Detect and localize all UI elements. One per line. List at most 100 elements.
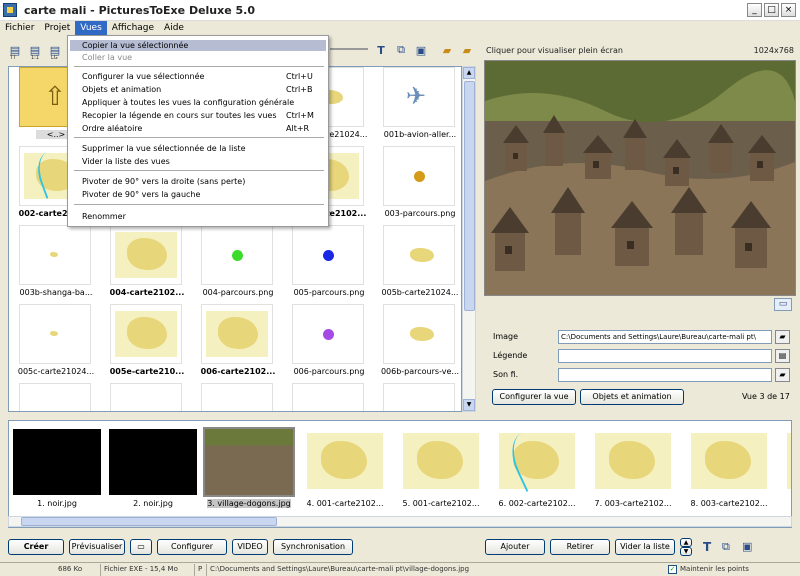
maximize-button[interactable]: □: [764, 3, 779, 17]
objets-animation-button[interactable]: Objets et animation: [580, 389, 684, 405]
filmstrip-slide[interactable]: 8. 003-carte2102...: [683, 427, 775, 515]
move-down-icon[interactable]: ▼: [680, 547, 692, 556]
thumbnail-image: [383, 304, 455, 364]
thumbnail-cell[interactable]: 005b-carte21024...: [375, 225, 461, 301]
menu-option[interactable]: Pivoter de 90° vers la gauche: [82, 189, 200, 200]
filmstrip-slide[interactable]: 9. 0: [779, 427, 791, 515]
previsualiser-button[interactable]: Prévisualiser: [69, 539, 125, 555]
text-icon[interactable]: T: [703, 540, 711, 554]
thumbnail-cell[interactable]: 004-carte2102...: [102, 225, 192, 301]
menu-vues[interactable]: Vues: [75, 21, 107, 35]
retirer-button[interactable]: Retirer: [550, 539, 610, 555]
map-graphic: [50, 331, 58, 336]
menu-option[interactable]: Supprimer la vue sélectionnée de la list…: [82, 143, 246, 154]
fullscreen-icon[interactable]: ▭: [774, 298, 792, 311]
menu-option-label: Copier la vue sélectionnée: [82, 41, 189, 50]
menu-fichier[interactable]: Fichier: [0, 21, 39, 35]
filmstrip-slide[interactable]: 2. noir.jpg: [107, 427, 199, 515]
parcours-dot: [232, 250, 243, 261]
filmstrip-slide[interactable]: 5. 001-carte2102...: [395, 427, 487, 515]
menu-option-label: Recopier la légende en cours sur toutes …: [82, 111, 277, 120]
thumbnail-cell[interactable]: [193, 383, 283, 411]
menu-option[interactable]: Objets et animation: [82, 84, 161, 95]
filmstrip-slide[interactable]: 1. noir.jpg: [11, 427, 103, 515]
son-field[interactable]: [558, 368, 772, 382]
configurer-button[interactable]: Configurer: [157, 539, 227, 555]
browse-image-icon[interactable]: ▰: [775, 330, 790, 344]
menu-option[interactable]: Appliquer à toutes les vues la configura…: [82, 97, 294, 108]
app-icon: [3, 3, 17, 17]
filmstrip-slide[interactable]: 4. 001-carte2102...: [299, 427, 391, 515]
screen-icon[interactable]: ▭: [130, 539, 152, 555]
preview-image[interactable]: [484, 60, 796, 296]
menu-option[interactable]: Pivoter de 90° vers la droite (sans pert…: [82, 176, 245, 187]
filmstrip-slide[interactable]: 7. 003-carte2102...: [587, 427, 679, 515]
creer-button[interactable]: Créer: [8, 539, 64, 555]
edit-legende-icon[interactable]: ▤: [775, 349, 790, 363]
video-button[interactable]: VIDEO: [232, 539, 268, 555]
browse-sound-icon[interactable]: ▰: [775, 368, 790, 382]
thumbnail-cell[interactable]: 003b-shanga-ba...: [11, 225, 101, 301]
thumbnail-cell[interactable]: 005e-carte210...: [102, 304, 192, 380]
slide-label-text: 4. 001-carte2102...: [306, 499, 384, 508]
thumbnail-cell[interactable]: [102, 383, 192, 411]
toolbar-label-tt: TT: [10, 55, 17, 61]
menu-option[interactable]: Vider la liste des vues: [82, 156, 170, 167]
folder-icon[interactable]: ▰: [458, 41, 476, 59]
menu-option[interactable]: Copier la vue sélectionnée: [70, 40, 326, 51]
grid-scrollbar[interactable]: ▲ ▼: [462, 66, 476, 412]
maintenir-points-checkbox[interactable]: ✓: [668, 565, 677, 574]
text-icon[interactable]: T: [372, 41, 390, 59]
menu-option[interactable]: Recopier la légende en cours sur toutes …: [82, 110, 276, 121]
thumbnail-cell[interactable]: 006b-parcours-ve...: [375, 304, 461, 380]
menu-affichage[interactable]: Affichage: [107, 21, 159, 35]
menu-aide[interactable]: Aide: [159, 21, 189, 35]
ajouter-button[interactable]: Ajouter: [485, 539, 545, 555]
scrollbar-thumb[interactable]: [464, 81, 475, 311]
menu-option[interactable]: Renommer: [82, 211, 126, 222]
menu-option[interactable]: Ordre aléatoire: [82, 123, 142, 134]
thumbnail-label: 006-carte2102...: [200, 367, 276, 376]
copy-icon[interactable]: ⧉: [722, 540, 730, 554]
image-icon[interactable]: ▣: [742, 540, 752, 553]
menu-option[interactable]: Configurer la vue sélectionnée: [82, 71, 204, 82]
slide-thumbnail: [397, 429, 485, 495]
legende-field[interactable]: [558, 349, 772, 363]
thumbnail-cell[interactable]: 004-parcours.png: [193, 225, 283, 301]
filmstrip-slide[interactable]: 3. village-dogons.jpg: [203, 427, 295, 515]
thumbnail-cell[interactable]: 006-carte2102...: [193, 304, 283, 380]
thumbnail-cell[interactable]: [375, 383, 461, 411]
configurer-vue-button[interactable]: Configurer la vue: [492, 389, 576, 405]
thumbnail-label: 004-carte2102...: [109, 288, 185, 297]
legende-label: Légende: [493, 351, 528, 360]
synchronisation-button[interactable]: Synchronisation: [273, 539, 353, 555]
scroll-down-icon[interactable]: ▼: [463, 399, 475, 411]
open-folder-icon[interactable]: ▰: [438, 41, 456, 59]
copy-icon[interactable]: ⧉: [392, 41, 410, 59]
thumbnail-cell[interactable]: 003-parcours.png: [375, 146, 461, 222]
thumbnail-cell[interactable]: [11, 383, 101, 411]
thumbnail-cell[interactable]: ✈ 001b-avion-aller...: [375, 67, 461, 143]
slide-label: 5. 001-carte2102...: [395, 499, 487, 508]
vider-liste-button[interactable]: Vider la liste: [615, 539, 675, 555]
thumbnail-cell[interactable]: 006-parcours.png: [284, 304, 374, 380]
thumbnail-size-slider[interactable]: [330, 48, 368, 50]
menu-projet[interactable]: Projet: [39, 21, 75, 35]
thumbnail-cell[interactable]: [284, 383, 374, 411]
move-up-icon[interactable]: ▲: [680, 538, 692, 547]
menu-option-label: Vider la liste des vues: [82, 157, 170, 166]
thumbnail-cell[interactable]: 005-parcours.png: [284, 225, 374, 301]
image-field[interactable]: C:\Documents and Settings\Laure\Bureau\c…: [558, 330, 772, 344]
checkbox-label: Maintenir les points: [680, 565, 749, 573]
parcours-dot: [414, 171, 425, 182]
image-icon[interactable]: ▣: [412, 41, 430, 59]
scroll-up-icon[interactable]: ▲: [463, 67, 475, 79]
filmstrip-scrollbar-thumb[interactable]: [21, 517, 277, 526]
slide-thumbnail: [493, 426, 581, 495]
minimize-button[interactable]: _: [747, 3, 762, 17]
filmstrip-slide[interactable]: 6. 002-carte2102...: [491, 426, 583, 515]
filmstrip-scrollbar[interactable]: [8, 516, 792, 527]
slide-label: 1. noir.jpg: [11, 499, 103, 508]
thumbnail-cell[interactable]: 005c-carte21024...: [11, 304, 101, 380]
close-button[interactable]: ×: [781, 3, 796, 17]
